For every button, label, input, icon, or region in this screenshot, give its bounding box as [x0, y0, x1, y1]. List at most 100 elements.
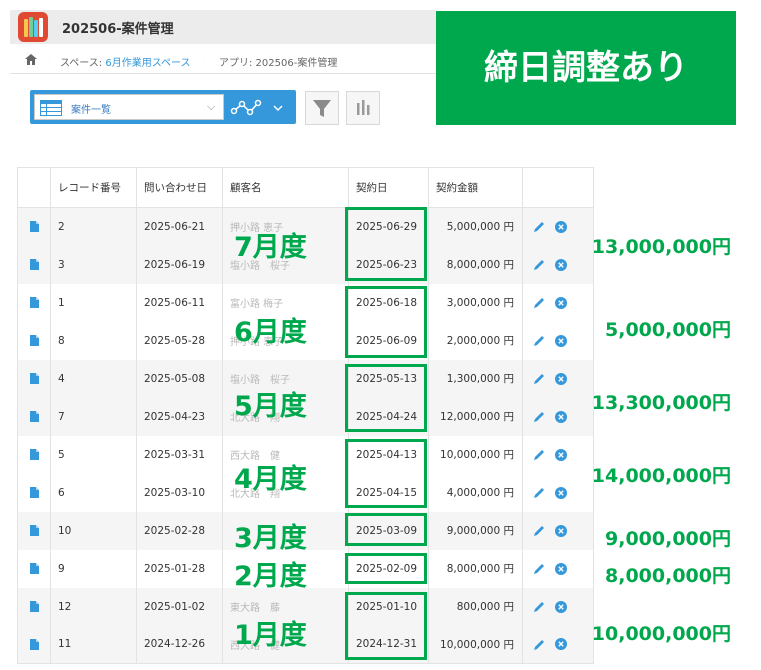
record-detail-cell [17, 625, 51, 664]
record-no-cell: 4 [50, 359, 137, 398]
record-no-cell: 6 [50, 473, 137, 512]
document-icon[interactable] [29, 638, 39, 650]
row-actions-cell [522, 283, 594, 322]
delete-icon[interactable] [555, 220, 567, 233]
delete-icon[interactable] [555, 486, 567, 499]
breadcrumb-app[interactable]: アプリ: 202506-案件管理 [219, 54, 337, 69]
document-icon[interactable] [29, 411, 39, 422]
pencil-icon[interactable] [533, 334, 546, 347]
row-actions-cell [522, 435, 594, 474]
delete-icon[interactable] [555, 562, 567, 575]
column-header-inquiry-date[interactable]: 問い合わせ日 [136, 167, 223, 208]
column-header-customer[interactable]: 顧客名 [222, 167, 349, 208]
delete-icon[interactable] [555, 410, 567, 423]
inquiry-date-cell: 2025-06-19 [136, 245, 223, 284]
period-total: 8,000,000円 [605, 565, 731, 587]
delete-icon[interactable] [555, 638, 567, 651]
document-icon[interactable] [29, 449, 39, 460]
document-icon[interactable] [29, 259, 39, 270]
delete-icon[interactable] [555, 258, 567, 271]
row-actions-cell [522, 321, 594, 360]
record-detail-cell [17, 473, 51, 512]
pencil-icon[interactable] [533, 524, 546, 537]
amount-cell: 10,000,000 円 [428, 435, 523, 474]
amount-cell: 10,000,000 円 [428, 625, 523, 664]
row-actions-cell [522, 549, 594, 588]
document-icon[interactable] [29, 563, 39, 574]
record-no-cell: 12 [50, 587, 137, 626]
period-label: 1月度 [234, 620, 307, 651]
delete-icon[interactable] [555, 334, 567, 347]
inquiry-date-cell: 2025-05-08 [136, 359, 223, 398]
amount-cell: 8,000,000 円 [428, 245, 523, 284]
amount-cell: 5,000,000 円 [428, 207, 523, 246]
pencil-icon[interactable] [533, 220, 546, 233]
amount-cell: 12,000,000 円 [428, 397, 523, 436]
document-icon[interactable] [29, 373, 39, 384]
row-actions-cell [522, 207, 594, 246]
amount-cell: 4,000,000 円 [428, 473, 523, 512]
breadcrumb-space-link[interactable]: 6月作業用スペース [105, 58, 190, 69]
graph-menu-button[interactable] [230, 96, 290, 120]
pencil-icon[interactable] [533, 448, 546, 461]
pencil-icon[interactable] [533, 638, 546, 651]
pencil-icon[interactable] [533, 296, 546, 309]
delete-icon[interactable] [555, 372, 567, 385]
document-icon[interactable] [29, 297, 39, 308]
record-no-cell: 7 [50, 397, 137, 436]
period-label: 6月度 [234, 317, 307, 348]
inquiry-date-cell: 2025-05-28 [136, 321, 223, 360]
record-detail-cell [17, 359, 51, 398]
column-header-record-no[interactable]: レコード番号 [50, 167, 137, 208]
column-header-contract-date[interactable]: 契約日 [348, 167, 429, 208]
app-header: 202506-案件管理 [10, 10, 436, 44]
row-actions-cell [522, 625, 594, 664]
period-box-may [345, 364, 427, 432]
pencil-icon[interactable] [533, 372, 546, 385]
breadcrumb: スペース: 6月作業用スペース アプリ: 202506-案件管理 [10, 46, 436, 74]
pencil-icon[interactable] [533, 600, 546, 613]
record-no-cell: 9 [50, 549, 137, 588]
pencil-icon[interactable] [533, 410, 546, 423]
inquiry-date-cell: 2025-03-31 [136, 435, 223, 474]
pencil-icon[interactable] [533, 562, 546, 575]
app-title: 202506-案件管理 [62, 22, 174, 37]
record-no-cell: 8 [50, 321, 137, 360]
period-total: 13,000,000円 [591, 236, 731, 258]
inquiry-date-cell: 2025-03-10 [136, 473, 223, 512]
bar-chart-icon [357, 100, 370, 115]
pencil-icon[interactable] [533, 486, 546, 499]
document-icon[interactable] [29, 221, 39, 233]
document-icon[interactable] [29, 487, 39, 498]
row-actions-cell [522, 511, 594, 550]
period-total: 14,000,000円 [591, 465, 731, 487]
chevron-down-icon: ⌵ [207, 100, 216, 113]
delete-icon[interactable] [555, 296, 567, 309]
record-detail-cell [17, 511, 51, 550]
chart-button[interactable] [346, 91, 380, 125]
view-dropdown[interactable]: 案件一覧 ⌵ [34, 94, 224, 120]
delete-icon[interactable] [555, 524, 567, 537]
breadcrumb-space-prefix: スペース: [60, 58, 106, 69]
document-icon[interactable] [29, 601, 39, 612]
amount-cell: 9,000,000 円 [428, 511, 523, 550]
breadcrumb-separator-icon [49, 58, 50, 62]
document-icon[interactable] [29, 335, 39, 346]
row-actions-cell [522, 397, 594, 436]
record-no-cell: 1 [50, 283, 137, 322]
period-box-june [345, 286, 427, 358]
document-icon[interactable] [29, 525, 39, 536]
record-detail-cell [17, 321, 51, 360]
filter-button[interactable] [305, 91, 339, 125]
delete-icon[interactable] [555, 600, 567, 613]
delete-icon[interactable] [555, 448, 567, 461]
record-no-cell: 10 [50, 511, 137, 550]
inquiry-date-cell: 2025-01-28 [136, 549, 223, 588]
record-no-cell: 3 [50, 245, 137, 284]
app-folder-icon[interactable] [18, 12, 48, 42]
column-header-amount[interactable]: 契約金額 [428, 167, 523, 208]
pencil-icon[interactable] [533, 258, 546, 271]
record-detail-cell [17, 207, 51, 246]
home-icon[interactable] [25, 54, 37, 65]
amount-cell: 8,000,000 円 [428, 549, 523, 588]
